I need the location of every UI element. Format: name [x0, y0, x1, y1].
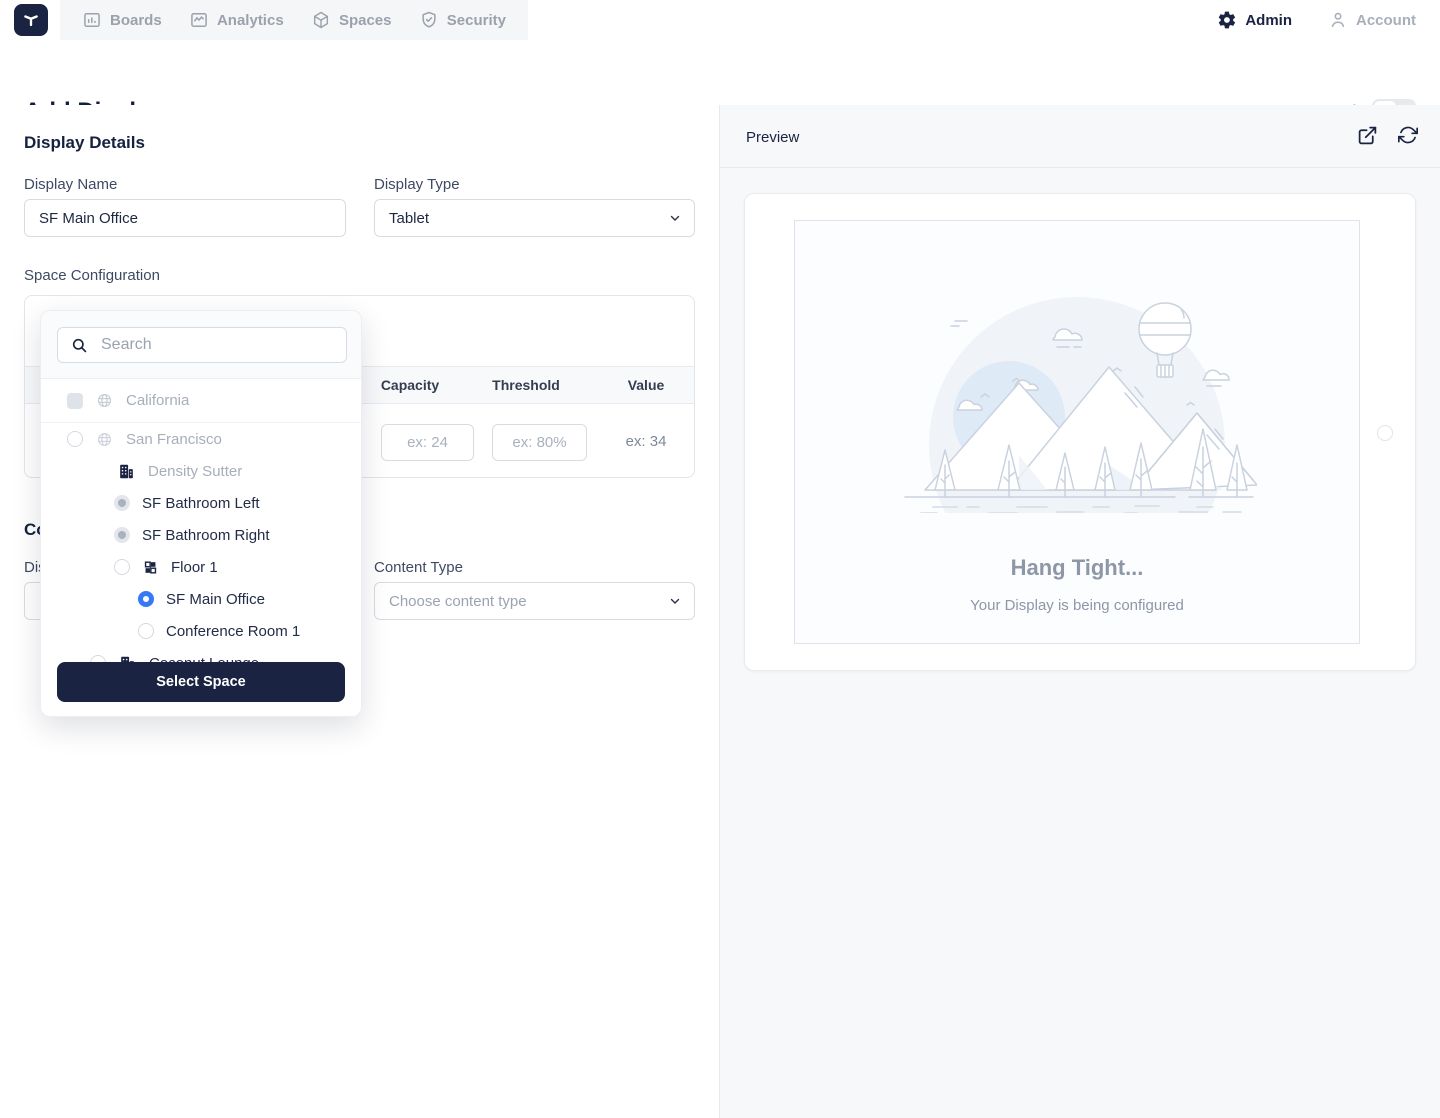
content-type-select[interactable]: Choose content type: [374, 582, 695, 620]
space-search-box[interactable]: [57, 327, 347, 363]
radio-disabled[interactable]: [114, 495, 130, 511]
nav-item-spaces[interactable]: Spaces: [311, 10, 392, 30]
tablet-preview-frame: Hang Tight... Your Display is being conf…: [744, 193, 1416, 671]
search-icon: [72, 338, 87, 352]
tree-item-label: SF Bathroom Left: [142, 494, 260, 512]
threshold-input[interactable]: [492, 424, 587, 461]
display-details-heading: Display Details: [24, 133, 145, 152]
space-configuration-label: Space Configuration: [24, 267, 160, 284]
radio-selected[interactable]: [138, 591, 154, 607]
shield-icon: [422, 11, 436, 28]
value-example-text: ex: 34: [625, 433, 667, 450]
tree-item-label: California: [126, 392, 190, 409]
mountain-landscape-illustration: [904, 297, 1257, 513]
tree-item-sf-main-office[interactable]: SF Main Office: [41, 583, 361, 615]
radio-disabled[interactable]: [114, 527, 130, 543]
tree-item-label: SF Bathroom Right: [142, 526, 270, 544]
nav-item-analytics[interactable]: Analytics: [189, 10, 284, 30]
nav-user-area: Admin Account: [1217, 0, 1416, 40]
tablet-screen: Hang Tight... Your Display is being conf…: [794, 220, 1360, 644]
floor-plan-icon: [144, 560, 157, 574]
radio-unselected[interactable]: [114, 559, 130, 575]
building-icon: [120, 464, 133, 478]
capacity-column-header: Capacity: [380, 377, 440, 393]
space-tree: California San Francisco Density Sutter: [41, 379, 361, 679]
preview-title: Preview: [746, 129, 800, 146]
configuring-subtext: Your Display is being configured: [970, 597, 1184, 614]
tablet-home-button: [1377, 425, 1393, 441]
cube-icon: [313, 11, 328, 29]
tree-item-san-francisco[interactable]: San Francisco: [41, 423, 361, 455]
display-type-value: Tablet: [389, 209, 430, 227]
refresh-icon: [1398, 126, 1418, 144]
space-picker-popover: California San Francisco Density Sutter: [40, 310, 362, 717]
person-icon: [1331, 12, 1345, 28]
space-search-section: [41, 311, 361, 379]
form-panel: Display Details Display Name Display Typ…: [0, 105, 720, 1118]
tree-item-label: SF Main Office: [166, 590, 265, 608]
tree-item-label: Density Sutter: [148, 462, 243, 480]
open-external-button[interactable]: [1357, 125, 1378, 146]
tree-item-label: San Francisco: [126, 430, 222, 448]
bar-chart-icon: [84, 13, 100, 27]
top-nav: Boards Analytics Spaces Security Admin A…: [0, 0, 1440, 40]
account-label: Account: [1356, 11, 1416, 29]
tree-item-density-sutter[interactable]: Density Sutter: [41, 455, 361, 487]
tree-item-conference-room-1[interactable]: Conference Room 1: [41, 615, 361, 647]
radio-unselected[interactable]: [138, 623, 154, 639]
gear-icon: [1219, 11, 1236, 29]
preview-header: Preview: [720, 105, 1440, 168]
globe-icon: [97, 432, 112, 446]
preview-panel: Preview Hang Tight... Your Display is be…: [720, 105, 1440, 1118]
checkbox-disabled[interactable]: [67, 392, 83, 409]
tree-item-sf-bathroom-left[interactable]: SF Bathroom Left: [41, 487, 361, 519]
globe-icon: [97, 393, 112, 408]
threshold-column-header: Threshold: [492, 377, 560, 393]
display-name-input[interactable]: [24, 199, 346, 237]
page-header: Add Display Draft: [0, 40, 1440, 125]
tree-item-california[interactable]: California: [41, 379, 361, 423]
display-type-label: Display Type: [374, 176, 460, 193]
capacity-input[interactable]: [381, 424, 474, 461]
content-type-placeholder: Choose content type: [389, 592, 527, 610]
chevron-down-icon: [670, 215, 680, 222]
nav-label: Spaces: [338, 11, 392, 29]
tree-item-label: Conference Room 1: [166, 622, 301, 640]
radio-unselected[interactable]: [67, 431, 83, 447]
nav-label: Security: [446, 11, 506, 29]
display-name-label: Display Name: [24, 176, 118, 193]
value-column-header: Value: [627, 377, 665, 393]
density-logo-icon: [24, 15, 38, 27]
nav-label: Boards: [110, 11, 162, 29]
space-search-input[interactable]: [101, 336, 346, 354]
nav-item-security[interactable]: Security: [419, 10, 506, 30]
hang-tight-headline: Hang Tight...: [1010, 555, 1144, 580]
tree-item-label: Floor 1: [171, 558, 218, 576]
content-type-label: Content Type: [374, 559, 463, 576]
app-logo[interactable]: [14, 4, 48, 36]
tree-item-sf-bathroom-right[interactable]: SF Bathroom Right: [41, 519, 361, 551]
nav-item-boards[interactable]: Boards: [82, 10, 162, 30]
nav-item-admin[interactable]: Admin: [1217, 10, 1292, 30]
line-chart-icon: [191, 13, 207, 27]
refresh-button[interactable]: [1398, 125, 1418, 146]
admin-label: Admin: [1245, 11, 1292, 29]
chevron-down-icon: [670, 598, 680, 605]
nav-label: Analytics: [216, 11, 284, 29]
display-type-select[interactable]: Tablet: [374, 199, 695, 237]
external-link-icon: [1358, 126, 1377, 145]
nav-item-account[interactable]: Account: [1328, 10, 1416, 30]
tree-item-floor-1[interactable]: Floor 1: [41, 551, 361, 583]
select-space-button[interactable]: Select Space: [57, 662, 345, 702]
nav-band: Boards Analytics Spaces Security: [60, 0, 528, 40]
